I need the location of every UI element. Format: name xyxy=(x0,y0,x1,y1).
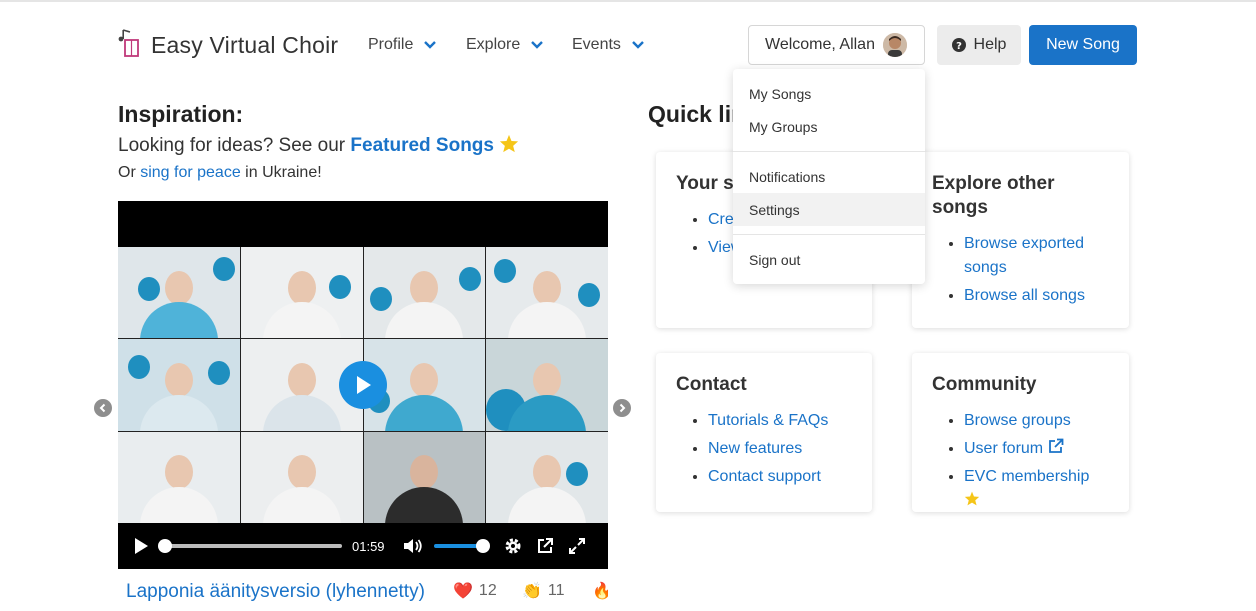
fullscreen-icon xyxy=(569,538,585,554)
peace-prefix: Or xyxy=(118,164,141,181)
chevron-right-icon xyxy=(619,403,626,413)
chevron-down-icon xyxy=(424,41,437,49)
menu-item-sign-out[interactable]: Sign out xyxy=(733,243,925,276)
menu-item-my-songs[interactable]: My Songs xyxy=(733,77,925,110)
reaction-fire[interactable]: 🔥 xyxy=(592,581,608,601)
seek-knob[interactable] xyxy=(158,539,172,553)
card-title: Explore other songs xyxy=(932,173,1055,218)
card-title: Contact xyxy=(676,374,747,395)
help-button[interactable]: ? Help xyxy=(937,25,1021,65)
external-link-icon xyxy=(1048,438,1063,453)
participant-tile xyxy=(486,247,608,339)
video-controls: 01:59 xyxy=(118,523,608,569)
user-menu-button[interactable]: Welcome, Allan xyxy=(748,25,925,65)
clap-icon: 👏 xyxy=(522,583,542,600)
contact-card: Contact Tutorials & FAQs New features Co… xyxy=(656,353,872,512)
participant-tile xyxy=(118,247,240,339)
reaction-heart[interactable]: ❤️ 12 xyxy=(453,581,497,601)
new-features-link[interactable]: New features xyxy=(708,440,802,457)
settings-button[interactable] xyxy=(502,535,524,557)
evc-membership-link[interactable]: EVC membership xyxy=(964,468,1089,509)
browse-exported-link[interactable]: Browse exported songs xyxy=(964,235,1084,276)
menu-item-my-groups[interactable]: My Groups xyxy=(733,110,925,143)
song-title-link[interactable]: Lapponia äänitysversio (lyhennetty) xyxy=(126,581,425,603)
star-icon xyxy=(500,134,519,153)
play-button[interactable] xyxy=(130,535,152,557)
evc-membership-label: EVC membership xyxy=(964,468,1090,485)
nav-profile[interactable]: Profile xyxy=(368,36,437,54)
user-forum-link[interactable]: User forum xyxy=(964,438,1064,457)
volume-icon xyxy=(404,539,422,553)
card-title: Community xyxy=(932,374,1037,395)
participant-tile xyxy=(118,431,240,523)
play-icon xyxy=(357,376,371,394)
reaction-count: 11 xyxy=(547,582,565,599)
peace-suffix: in Ukraine! xyxy=(240,164,322,181)
menu-item-settings[interactable]: Settings xyxy=(733,193,925,226)
heart-icon: ❤️ xyxy=(453,583,473,600)
top-border xyxy=(0,0,1256,2)
menu-divider xyxy=(733,151,925,152)
participant-tile xyxy=(240,247,363,339)
user-dropdown-menu: My Songs My Groups Notifications Setting… xyxy=(733,69,925,284)
chevron-down-icon xyxy=(531,41,544,49)
volume-knob[interactable] xyxy=(476,539,490,553)
new-song-button[interactable]: New Song xyxy=(1029,25,1137,65)
inspiration-text: Looking for ideas? See our xyxy=(118,135,351,156)
nav-events-label: Events xyxy=(572,36,621,53)
welcome-label: Welcome, Allan xyxy=(765,36,875,53)
inspiration-line: Looking for ideas? See our Featured Song… xyxy=(118,134,519,157)
participant-tile xyxy=(486,339,608,431)
menu-divider xyxy=(733,234,925,235)
featured-songs-link[interactable]: Featured Songs xyxy=(350,135,494,156)
fire-icon: 🔥 xyxy=(592,583,608,600)
seek-bar[interactable] xyxy=(158,539,342,553)
fullscreen-button[interactable] xyxy=(566,535,588,557)
peace-line: Or sing for peace in Ukraine! xyxy=(118,164,322,182)
community-card: Community Browse groups User forum EVC m… xyxy=(912,353,1129,512)
video-player[interactable]: 01:59 xyxy=(118,201,608,569)
tutorials-link[interactable]: Tutorials & FAQs xyxy=(708,412,828,429)
play-icon xyxy=(135,538,148,554)
play-overlay-button[interactable] xyxy=(339,361,387,409)
participant-tile xyxy=(363,247,486,339)
menu-item-notifications[interactable]: Notifications xyxy=(733,160,925,193)
brand-name: Easy Virtual Choir xyxy=(151,32,339,58)
participant-tile xyxy=(363,431,486,523)
avatar xyxy=(882,33,907,57)
reaction-count: 12 xyxy=(478,582,497,599)
star-icon xyxy=(964,491,980,506)
volume-slider[interactable] xyxy=(434,539,490,553)
carousel-prev-button[interactable] xyxy=(94,399,112,417)
chevron-left-icon xyxy=(99,403,106,413)
participant-tile xyxy=(240,431,363,523)
nav-events[interactable]: Events xyxy=(572,36,645,54)
question-circle-icon: ? xyxy=(951,38,966,52)
chevron-down-icon xyxy=(632,41,644,49)
help-label: Help xyxy=(973,36,1007,53)
participant-tile xyxy=(486,431,608,523)
user-forum-label: User forum xyxy=(964,440,1044,457)
carousel-next-button[interactable] xyxy=(613,399,631,417)
gear-icon xyxy=(505,538,521,554)
contact-support-link[interactable]: Contact support xyxy=(708,468,821,485)
participant-tile xyxy=(118,339,240,431)
browse-all-link[interactable]: Browse all songs xyxy=(964,287,1085,304)
nav-explore-label: Explore xyxy=(466,36,521,53)
time-display: 01:59 xyxy=(352,538,385,554)
reaction-clap[interactable]: 👏 11 xyxy=(522,581,565,601)
inspiration-title: Inspiration: xyxy=(118,101,244,127)
explore-card: Explore other songs Browse exported song… xyxy=(912,152,1129,328)
volume-button[interactable] xyxy=(402,535,424,557)
sing-for-peace-link[interactable]: sing for peace xyxy=(140,164,241,181)
popout-button[interactable] xyxy=(534,535,556,557)
nav-explore[interactable]: Explore xyxy=(466,36,544,54)
external-window-icon xyxy=(538,538,553,553)
svg-text:?: ? xyxy=(956,41,962,52)
brand[interactable]: Easy Virtual Choir xyxy=(117,28,338,63)
nav-profile-label: Profile xyxy=(368,36,414,53)
music-note-book-icon xyxy=(117,28,141,63)
browse-groups-link[interactable]: Browse groups xyxy=(964,412,1071,429)
